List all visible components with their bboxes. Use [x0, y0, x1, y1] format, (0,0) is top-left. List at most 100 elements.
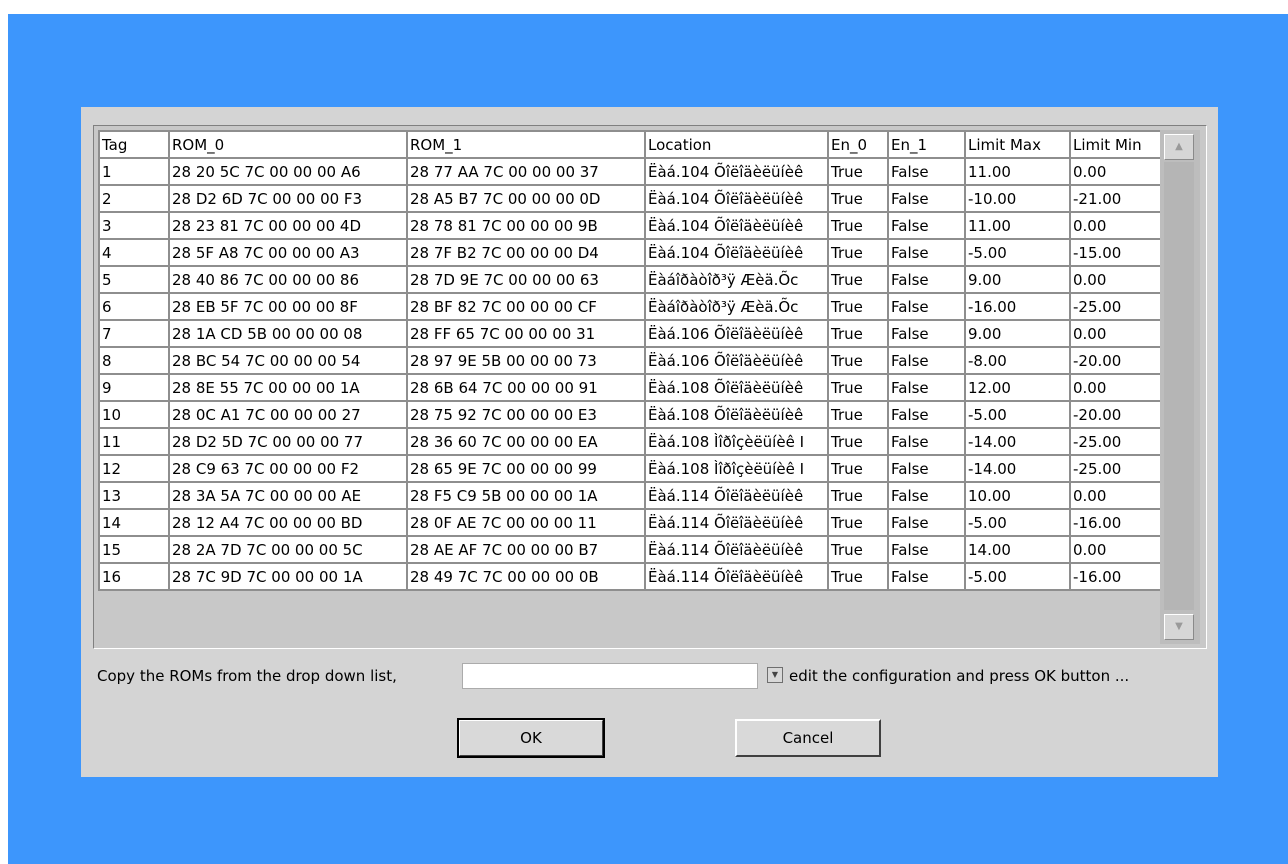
cell-en-0[interactable]: True [827, 346, 889, 375]
table-row[interactable]: 15 28 2A 7D 7C 00 00 00 5C 28 AE AF 7C 00 … [98, 535, 1163, 564]
cell-en-0[interactable]: True [827, 319, 889, 348]
cell-en-1[interactable]: False [887, 454, 966, 483]
cell-location[interactable]: Ëàá.114 Õîëîäèëüíèê [644, 508, 829, 537]
cell-limit-max[interactable]: -5.00 [964, 508, 1071, 537]
cell-en-1[interactable]: False [887, 157, 966, 186]
cell-tag[interactable]: 11 [98, 427, 170, 456]
cell-rom-0[interactable]: 28 D2 5D 7C 00 00 00 77 [168, 427, 408, 456]
cell-en-1[interactable]: False [887, 535, 966, 564]
table-row[interactable]: 12 28 C9 63 7C 00 00 00 F2 28 65 9E 7C 00 … [98, 454, 1163, 483]
cell-limit-min[interactable]: -20.00 [1069, 346, 1163, 375]
cell-location[interactable]: Ëàá.104 Õîëîäèëüíèê [644, 238, 829, 267]
table-row[interactable]: 2 28 D2 6D 7C 00 00 00 F3 28 A5 B7 7C 00 0… [98, 184, 1163, 213]
cell-tag[interactable]: 5 [98, 265, 170, 294]
cell-tag[interactable]: 15 [98, 535, 170, 564]
cell-rom-0[interactable]: 28 7C 9D 7C 00 00 00 1A [168, 562, 408, 591]
table-row[interactable]: 8 28 BC 54 7C 00 00 00 54 28 97 9E 5B 00 0… [98, 346, 1163, 375]
cell-rom-1[interactable]: 28 36 60 7C 00 00 00 EA [406, 427, 646, 456]
cell-en-0[interactable]: True [827, 157, 889, 186]
cell-tag[interactable]: 4 [98, 238, 170, 267]
cell-rom-0[interactable]: 28 20 5C 7C 00 00 00 A6 [168, 157, 408, 186]
cell-en-0[interactable]: True [827, 481, 889, 510]
cell-limit-min[interactable]: 0.00 [1069, 319, 1163, 348]
table-row[interactable]: 3 28 23 81 7C 00 00 00 4D 28 78 81 7C 00 0… [98, 211, 1163, 240]
cell-limit-min[interactable]: -25.00 [1069, 427, 1163, 456]
cell-rom-0[interactable]: 28 40 86 7C 00 00 00 86 [168, 265, 408, 294]
dropdown-arrow-icon[interactable]: ▼ [767, 667, 783, 683]
cell-en-1[interactable]: False [887, 346, 966, 375]
cell-limit-max[interactable]: 9.00 [964, 319, 1071, 348]
cell-limit-min[interactable]: -25.00 [1069, 454, 1163, 483]
header-location[interactable]: Location [644, 130, 829, 159]
cell-en-1[interactable]: False [887, 373, 966, 402]
cell-en-0[interactable]: True [827, 427, 889, 456]
cell-en-1[interactable]: False [887, 319, 966, 348]
cell-limit-min[interactable]: -15.00 [1069, 238, 1163, 267]
table-row[interactable]: 5 28 40 86 7C 00 00 00 86 28 7D 9E 7C 00 0… [98, 265, 1163, 294]
cell-en-1[interactable]: False [887, 481, 966, 510]
cell-rom-1[interactable]: 28 AE AF 7C 00 00 00 B7 [406, 535, 646, 564]
cell-rom-1[interactable]: 28 F5 C9 5B 00 00 00 1A [406, 481, 646, 510]
header-rom-0[interactable]: ROM_0 [168, 130, 408, 159]
cell-en-1[interactable]: False [887, 184, 966, 213]
cell-en-1[interactable]: False [887, 400, 966, 429]
header-limit-max[interactable]: Limit Max [964, 130, 1071, 159]
cell-tag[interactable]: 16 [98, 562, 170, 591]
cell-limit-min[interactable]: 0.00 [1069, 265, 1163, 294]
cell-location[interactable]: Ëàáîðàòîð³ÿ Æèä.Õc [644, 265, 829, 294]
scroll-up-arrow-icon[interactable]: ▲ [1164, 134, 1194, 160]
cell-rom-1[interactable]: 28 FF 65 7C 00 00 00 31 [406, 319, 646, 348]
scrollbar-track[interactable] [1164, 162, 1194, 610]
cell-limit-max[interactable]: -16.00 [964, 292, 1071, 321]
cell-en-1[interactable]: False [887, 238, 966, 267]
cell-limit-max[interactable]: -5.00 [964, 562, 1071, 591]
cell-rom-1[interactable]: 28 7F B2 7C 00 00 00 D4 [406, 238, 646, 267]
table-row[interactable]: 9 28 8E 55 7C 00 00 00 1A 28 6B 64 7C 00 0… [98, 373, 1163, 402]
cell-location[interactable]: Ëàá.108 Õîëîäèëüíèê [644, 400, 829, 429]
cell-en-1[interactable]: False [887, 427, 966, 456]
cell-rom-0[interactable]: 28 2A 7D 7C 00 00 00 5C [168, 535, 408, 564]
header-en-1[interactable]: En_1 [887, 130, 966, 159]
cell-limit-max[interactable]: -5.00 [964, 238, 1071, 267]
cell-rom-0[interactable]: 28 EB 5F 7C 00 00 00 8F [168, 292, 408, 321]
cell-rom-1[interactable]: 28 6B 64 7C 00 00 00 91 [406, 373, 646, 402]
table-scrollbar[interactable]: ▲ ▼ [1160, 130, 1200, 644]
cell-location[interactable]: Ëàá.114 Õîëîäèëüíèê [644, 481, 829, 510]
cell-rom-0[interactable]: 28 8E 55 7C 00 00 00 1A [168, 373, 408, 402]
cell-limit-max[interactable]: 10.00 [964, 481, 1071, 510]
cell-limit-max[interactable]: 11.00 [964, 157, 1071, 186]
cell-limit-min[interactable]: -20.00 [1069, 400, 1163, 429]
cell-rom-0[interactable]: 28 23 81 7C 00 00 00 4D [168, 211, 408, 240]
cell-en-0[interactable]: True [827, 535, 889, 564]
cell-tag[interactable]: 13 [98, 481, 170, 510]
cell-en-1[interactable]: False [887, 292, 966, 321]
cell-location[interactable]: Ëàá.114 Õîëîäèëüíèê [644, 535, 829, 564]
cell-rom-1[interactable]: 28 49 7C 7C 00 00 00 0B [406, 562, 646, 591]
cell-limit-max[interactable]: 12.00 [964, 373, 1071, 402]
cell-rom-0[interactable]: 28 BC 54 7C 00 00 00 54 [168, 346, 408, 375]
header-rom-1[interactable]: ROM_1 [406, 130, 646, 159]
cell-rom-1[interactable]: 28 7D 9E 7C 00 00 00 63 [406, 265, 646, 294]
cell-tag[interactable]: 7 [98, 319, 170, 348]
cell-limit-min[interactable]: 0.00 [1069, 373, 1163, 402]
cell-limit-min[interactable]: 0.00 [1069, 157, 1163, 186]
cell-limit-max[interactable]: -10.00 [964, 184, 1071, 213]
table-row[interactable]: 6 28 EB 5F 7C 00 00 00 8F 28 BF 82 7C 00 0… [98, 292, 1163, 321]
cell-rom-0[interactable]: 28 0C A1 7C 00 00 00 27 [168, 400, 408, 429]
cell-tag[interactable]: 3 [98, 211, 170, 240]
cell-en-0[interactable]: True [827, 265, 889, 294]
cell-tag[interactable]: 2 [98, 184, 170, 213]
cell-limit-min[interactable]: 0.00 [1069, 535, 1163, 564]
cell-limit-min[interactable]: 0.00 [1069, 481, 1163, 510]
cell-en-1[interactable]: False [887, 265, 966, 294]
table-row[interactable]: 16 28 7C 9D 7C 00 00 00 1A 28 49 7C 7C 00 … [98, 562, 1163, 591]
cell-rom-0[interactable]: 28 12 A4 7C 00 00 00 BD [168, 508, 408, 537]
cell-en-0[interactable]: True [827, 292, 889, 321]
cell-en-0[interactable]: True [827, 373, 889, 402]
rom-dropdown-input[interactable] [462, 663, 758, 689]
cell-rom-0[interactable]: 28 1A CD 5B 00 00 00 08 [168, 319, 408, 348]
cell-en-0[interactable]: True [827, 184, 889, 213]
cell-limit-max[interactable]: -8.00 [964, 346, 1071, 375]
cell-en-1[interactable]: False [887, 562, 966, 591]
cell-rom-1[interactable]: 28 77 AA 7C 00 00 00 37 [406, 157, 646, 186]
